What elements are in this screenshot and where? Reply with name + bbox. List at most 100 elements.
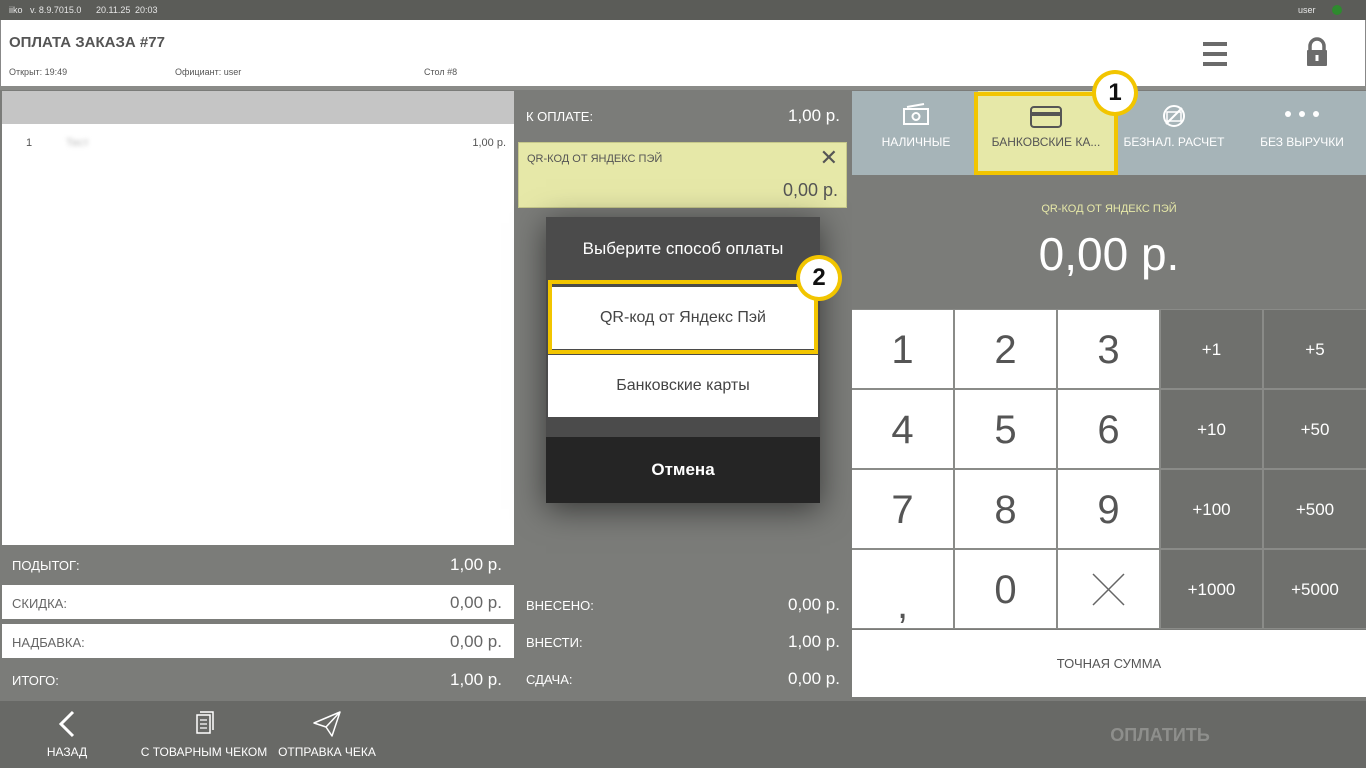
waiter-name: Официант: user	[175, 67, 242, 77]
key-0[interactable]: 0	[955, 550, 1056, 628]
total-value: 1,00 р.	[450, 670, 502, 689]
paid-value: 0,00 р.	[788, 595, 840, 614]
footer-bar: НАЗАД С ТОВАРНЫМ ЧЕКОМ ОТПРАВКА ЧЕКА ОПЛ…	[0, 701, 1366, 768]
paytype-cash[interactable]: НАЛИЧНЫЕ	[852, 91, 980, 175]
exact-amount-button[interactable]: ТОЧНАЯ СУММА	[852, 630, 1366, 697]
callout-badge-1: 1	[1092, 70, 1138, 116]
send-receipt-button[interactable]: ОТПРАВКА ЧЕКА	[278, 701, 376, 768]
item-price: 1,00 р.	[472, 137, 506, 149]
keypad: 1 2 3 +1 +5 4 5 6 +10 +50 7 8 9 +100 +50…	[852, 309, 1366, 629]
key-3[interactable]: 3	[1058, 310, 1159, 388]
due-label: ВНЕСТИ:	[526, 635, 583, 650]
order-list: 1 Тест 1,00 р.	[2, 124, 514, 545]
due-value: 1,00 р.	[788, 632, 840, 651]
to-pay-row: К ОПЛАТЕ: 1,00 р.	[526, 106, 848, 125]
status-bar: iiko v. 8.9.7015.0 20.11.25 20:03 user	[0, 0, 1366, 20]
key-clear[interactable]	[1058, 550, 1159, 628]
total-row: ИТОГО: 1,00 р.	[2, 662, 514, 696]
status-time: 20:03	[135, 5, 158, 15]
cancel-button[interactable]: Отмена	[546, 437, 820, 503]
key-comma[interactable]: ,	[852, 550, 953, 628]
payment-item-card[interactable]: QR-КОД ОТ ЯНДЕКС ПЭЙ ✕ 0,00 р.	[518, 142, 847, 208]
key-5[interactable]: 5	[955, 390, 1056, 468]
item-number: 1	[26, 137, 33, 149]
send-receipt-label: ОТПРАВКА ЧЕКА	[278, 745, 376, 759]
hamburger-icon[interactable]	[1197, 38, 1233, 70]
cash-icon	[852, 103, 980, 129]
subtotal-value: 1,00 р.	[450, 555, 502, 574]
header: ОПЛАТА ЗАКАЗА #77 Открыт: 19:49 Официант…	[0, 20, 1366, 86]
paytype-no-revenue[interactable]: БЕЗ ВЫРУЧКИ	[1238, 91, 1366, 175]
key-plus-100[interactable]: +100	[1161, 470, 1262, 548]
total-label: ИТОГО:	[12, 673, 59, 688]
to-pay-label: К ОПЛАТЕ:	[526, 109, 594, 124]
to-pay-value: 1,00 р.	[788, 106, 840, 125]
paper-plane-icon	[278, 709, 376, 739]
order-list-header	[2, 91, 514, 124]
header-divider	[0, 86, 1366, 90]
discount-label: СКИДКА:	[12, 596, 67, 611]
key-plus-50[interactable]: +50	[1264, 390, 1366, 468]
item-name: Тест	[66, 137, 89, 149]
amount-value: 0,00 р.	[1038, 228, 1180, 280]
key-9[interactable]: 9	[1058, 470, 1159, 548]
key-6[interactable]: 6	[1058, 390, 1159, 468]
list-item[interactable]: 1 Тест 1,00 р.	[2, 137, 514, 157]
callout-highlight-2	[548, 280, 818, 354]
change-row: СДАЧА: 0,00 р.	[526, 669, 848, 688]
key-8[interactable]: 8	[955, 470, 1056, 548]
callout-badge-2: 2	[796, 255, 842, 301]
due-row: ВНЕСТИ: 1,00 р.	[526, 632, 848, 651]
payment-method-dialog: Выберите способ оплаты QR-код от Яндекс …	[546, 217, 820, 503]
chevron-left-icon	[30, 709, 104, 739]
key-plus-5[interactable]: +5	[1264, 310, 1366, 388]
key-1[interactable]: 1	[852, 310, 953, 388]
app-version: v. 8.9.7015.0	[30, 5, 82, 15]
close-icon[interactable]: ✕	[820, 147, 838, 169]
table-number: Стол #8	[424, 67, 458, 77]
back-button[interactable]: НАЗАД	[30, 701, 104, 768]
lock-icon[interactable]	[1300, 36, 1334, 70]
payment-item-title: QR-КОД ОТ ЯНДЕКС ПЭЙ	[527, 153, 663, 165]
discount-value: 0,00 р.	[450, 593, 502, 612]
pay-button[interactable]: ОПЛАТИТЬ	[1060, 701, 1260, 768]
surcharge-row[interactable]: НАДБАВКА: 0,00 р.	[2, 624, 514, 658]
opened-time: Открыт: 19:49	[9, 67, 68, 77]
key-7[interactable]: 7	[852, 470, 953, 548]
receipt-with-items-label: С ТОВАРНЫМ ЧЕКОМ	[140, 745, 268, 759]
change-value: 0,00 р.	[788, 669, 840, 688]
subtotal-row: ПОДЫТОГ: 1,00 р.	[2, 547, 514, 581]
surcharge-label: НАДБАВКА:	[12, 635, 85, 650]
app-name: iiko	[9, 5, 23, 15]
paytype-label: БЕЗНАЛ. РАСЧЕТ	[1123, 135, 1225, 149]
surcharge-value: 0,00 р.	[450, 632, 502, 651]
status-date: 20.11.25	[96, 5, 131, 15]
receipt-icon	[140, 709, 268, 739]
amount-label: QR-КОД ОТ ЯНДЕКС ПЭЙ	[1041, 203, 1177, 215]
key-plus-5000[interactable]: +5000	[1264, 550, 1366, 628]
key-plus-1000[interactable]: +1000	[1161, 550, 1262, 628]
more-icon	[1238, 103, 1366, 129]
key-plus-10[interactable]: +10	[1161, 390, 1262, 468]
change-label: СДАЧА:	[526, 672, 573, 687]
subtotal-label: ПОДЫТОГ:	[12, 558, 80, 573]
paytype-label: БЕЗ ВЫРУЧКИ	[1260, 135, 1344, 149]
dialog-title: Выберите способ оплаты	[582, 239, 784, 258]
status-user: user	[1298, 5, 1316, 15]
clear-x-icon	[1092, 573, 1125, 606]
receipt-with-items-button[interactable]: С ТОВАРНЫМ ЧЕКОМ	[140, 701, 268, 768]
paytype-label: НАЛИЧНЫЕ	[881, 135, 951, 149]
key-plus-500[interactable]: +500	[1264, 470, 1366, 548]
payment-item-amount: 0,00 р.	[782, 180, 838, 200]
option-bank-cards[interactable]: Банковские карты	[548, 355, 818, 417]
key-4[interactable]: 4	[852, 390, 953, 468]
paid-row: ВНЕСЕНО: 0,00 р.	[526, 595, 848, 614]
amount-display: QR-КОД ОТ ЯНДЕКС ПЭЙ 0,00 р.	[852, 175, 1366, 309]
key-2[interactable]: 2	[955, 310, 1056, 388]
page-title: ОПЛАТА ЗАКАЗА #77	[9, 34, 165, 51]
discount-row[interactable]: СКИДКА: 0,00 р.	[2, 585, 514, 619]
paid-label: ВНЕСЕНО:	[526, 598, 594, 613]
key-plus-1[interactable]: +1	[1161, 310, 1262, 388]
online-indicator	[1332, 5, 1342, 15]
back-label: НАЗАД	[46, 745, 88, 759]
